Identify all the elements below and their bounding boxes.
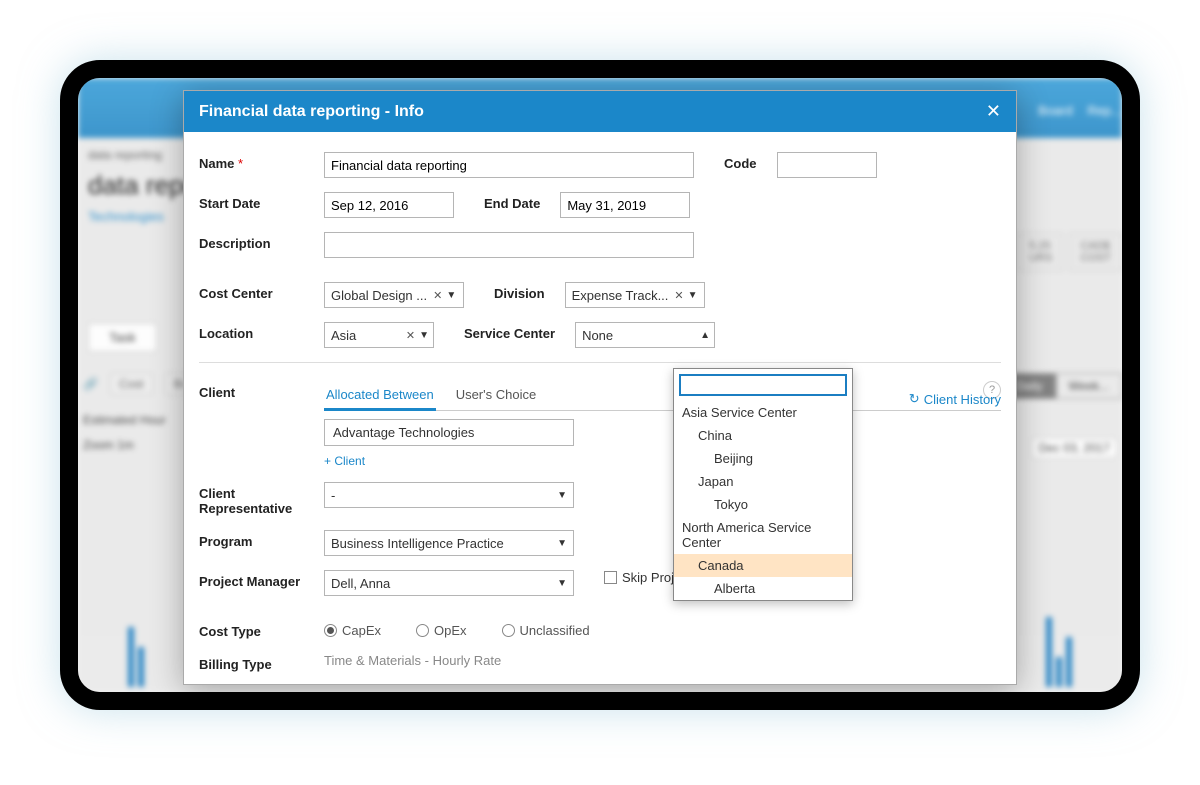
pm-label: Project Manager [199,570,314,589]
cost-center-combo[interactable]: Global Design ... ✕ ▼ [324,282,464,308]
client-value[interactable]: Advantage Technologies [324,419,574,446]
bg-nav-item: Board [1038,103,1073,118]
end-date-label: End Date [464,192,550,211]
radio-opex[interactable]: OpEx [416,623,467,638]
caret-down-icon: ▼ [419,330,429,341]
modal-body: Name * Code Start Date End Date Descript… [184,132,1016,684]
bg-stat: 5.25 URS [1018,233,1063,271]
location-combo[interactable]: Asia ✕ ▼ [324,322,434,348]
clear-icon[interactable]: ✕ [674,289,683,302]
division-combo[interactable]: Expense Track... ✕ ▼ [565,282,705,308]
program-label: Program [199,530,314,549]
description-input[interactable] [324,232,694,258]
client-rep-label: Client Representative [199,482,314,516]
clear-icon[interactable]: ✕ [406,329,415,342]
dropdown-item[interactable]: North America Service Center [674,516,852,554]
divider [199,362,1001,363]
tab-users-choice[interactable]: User's Choice [454,381,539,410]
code-input[interactable] [777,152,877,178]
skip-pm-checkbox[interactable] [604,571,617,584]
modal-title: Financial data reporting - Info [199,103,424,121]
program-select[interactable]: Business Intelligence Practice ▼ [324,530,574,556]
dropdown-item[interactable]: Asia Service Center [674,401,852,424]
pm-select[interactable]: Dell, Anna ▼ [324,570,574,596]
billing-type-label: Billing Type [199,653,314,672]
service-center-label: Service Center [444,322,565,341]
bg-task-tab: Task [88,323,157,352]
description-label: Description [199,232,314,251]
billing-type-value: Time & Materials - Hourly Rate [324,653,501,668]
radio-icon [416,624,429,637]
service-center-dropdown: Asia Service CenterChinaBeijingJapanToky… [673,368,853,601]
radio-capex[interactable]: CapEx [324,623,381,638]
bg-zoom: Zoom 1m [83,438,134,452]
bg-toggle: Daily Week... [1003,373,1122,399]
client-history-link[interactable]: ↻ Client History [909,391,1001,407]
client-label: Client [199,381,314,400]
caret-up-icon: ▲ [700,330,710,341]
client-rep-select[interactable]: - ▼ [324,482,574,508]
bg-estimated: Estimated Hour [83,413,166,427]
service-center-combo[interactable]: None ▲ [575,322,715,348]
close-icon[interactable]: ✕ [986,101,1001,122]
start-date-label: Start Date [199,192,314,211]
bg-nav-item: Rep... [1087,103,1122,118]
dropdown-item[interactable]: Japan [674,470,852,493]
bg-stat: CAD$ COST [1069,233,1122,271]
radio-icon [502,624,515,637]
history-icon: ↻ [909,391,920,407]
add-client-link[interactable]: + Client [324,454,365,468]
dropdown-item[interactable]: Beijing [674,447,852,470]
cost-type-label: Cost Type [199,620,314,639]
code-label: Code [704,152,767,171]
tablet-frame: Board Rep... data reporting data repo Te… [60,60,1140,710]
caret-down-icon: ▼ [688,290,698,301]
radio-unclassified[interactable]: Unclassified [502,623,590,638]
bg-chip-cost: Cost [110,373,153,395]
dropdown-item[interactable]: Alberta [674,577,852,600]
bg-nav: Board Rep... [1038,103,1122,118]
info-modal: Financial data reporting - Info ✕ Name *… [183,90,1017,685]
dropdown-item[interactable]: China [674,424,852,447]
location-label: Location [199,322,314,341]
client-tabs: Allocated Between User's Choice ? [324,381,1001,411]
clear-icon[interactable]: ✕ [433,289,442,302]
dropdown-search-input[interactable] [679,374,847,396]
caret-down-icon: ▼ [446,290,456,301]
dropdown-item[interactable]: Tokyo [674,493,852,516]
end-date-input[interactable] [560,192,690,218]
modal-header: Financial data reporting - Info ✕ [184,91,1016,132]
radio-icon [324,624,337,637]
name-label: Name * [199,152,314,171]
caret-down-icon: ▼ [557,578,567,589]
cost-center-label: Cost Center [199,282,314,301]
bg-stats: 5.25 URS CAD$ COST [1018,233,1122,271]
tab-allocated-between[interactable]: Allocated Between [324,381,436,411]
division-label: Division [474,282,555,301]
bg-date: Dec 03, 2017 [1032,438,1117,458]
dropdown-item[interactable]: Canada [674,554,852,577]
caret-down-icon: ▼ [557,490,567,501]
caret-down-icon: ▼ [557,538,567,549]
name-input[interactable] [324,152,694,178]
start-date-input[interactable] [324,192,454,218]
